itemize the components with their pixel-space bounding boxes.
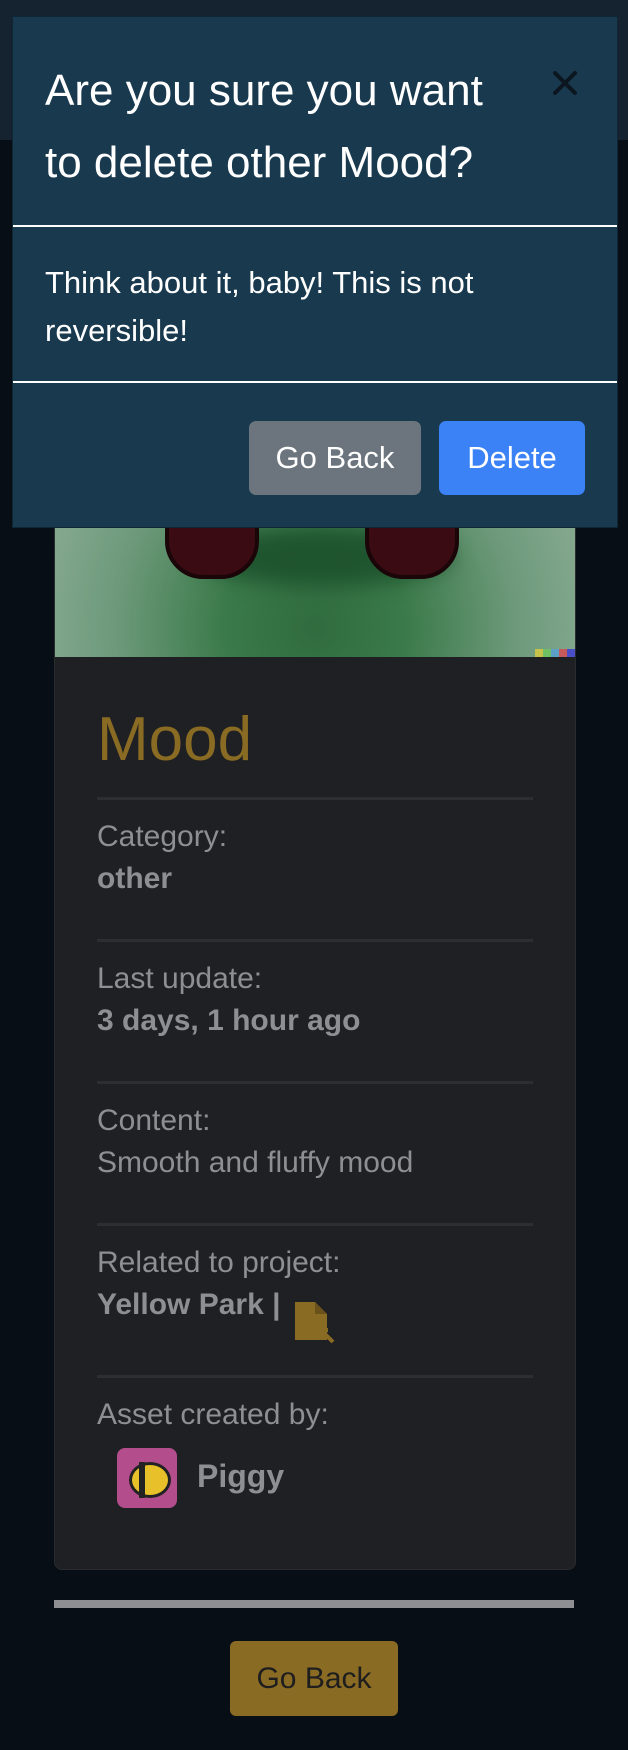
close-icon	[553, 71, 577, 95]
avatar[interactable]	[117, 1448, 177, 1508]
content-label: Content:	[97, 1104, 211, 1137]
asset-title: Mood	[97, 705, 253, 774]
creator-row: Asset created by: Piggy	[97, 1375, 533, 1538]
file-link-icon[interactable]	[291, 1300, 335, 1344]
modal-title: Are you sure you want to delete other Mo…	[45, 66, 483, 187]
close-button[interactable]	[543, 61, 587, 105]
category-label: Category:	[97, 820, 228, 853]
last-update-label: Last update:	[97, 962, 263, 995]
project-label: Related to project:	[97, 1246, 341, 1279]
modal-body: Think about it, baby! This is not revers…	[13, 227, 617, 383]
delete-confirm-modal: Are you sure you want to delete other Mo…	[12, 16, 618, 528]
divider	[54, 1600, 574, 1608]
creator-name[interactable]: Piggy	[197, 1458, 284, 1495]
category-value: other	[97, 862, 172, 895]
content-value: Smooth and fluffy mood	[97, 1146, 414, 1179]
last-update-value: 3 days, 1 hour ago	[97, 1004, 361, 1037]
creator-label: Asset created by:	[97, 1398, 329, 1431]
project-value[interactable]: Yellow Park |	[97, 1288, 281, 1322]
modal-go-back-button[interactable]: Go Back	[249, 421, 421, 495]
last-update-row: Last update: 3 days, 1 hour ago	[97, 939, 533, 1082]
modal-header: Are you sure you want to delete other Mo…	[13, 17, 617, 227]
delete-button[interactable]: Delete	[439, 421, 585, 495]
go-back-button[interactable]: Go Back	[230, 1641, 398, 1716]
asset-card: Mood Category: other Last update: 3 days…	[54, 360, 576, 1570]
content-row: Content: Smooth and fluffy mood	[97, 1081, 533, 1224]
project-row: Related to project: Yellow Park |	[97, 1223, 533, 1376]
category-row: Category: other	[97, 797, 533, 940]
modal-message: Think about it, baby! This is not revers…	[45, 265, 474, 348]
